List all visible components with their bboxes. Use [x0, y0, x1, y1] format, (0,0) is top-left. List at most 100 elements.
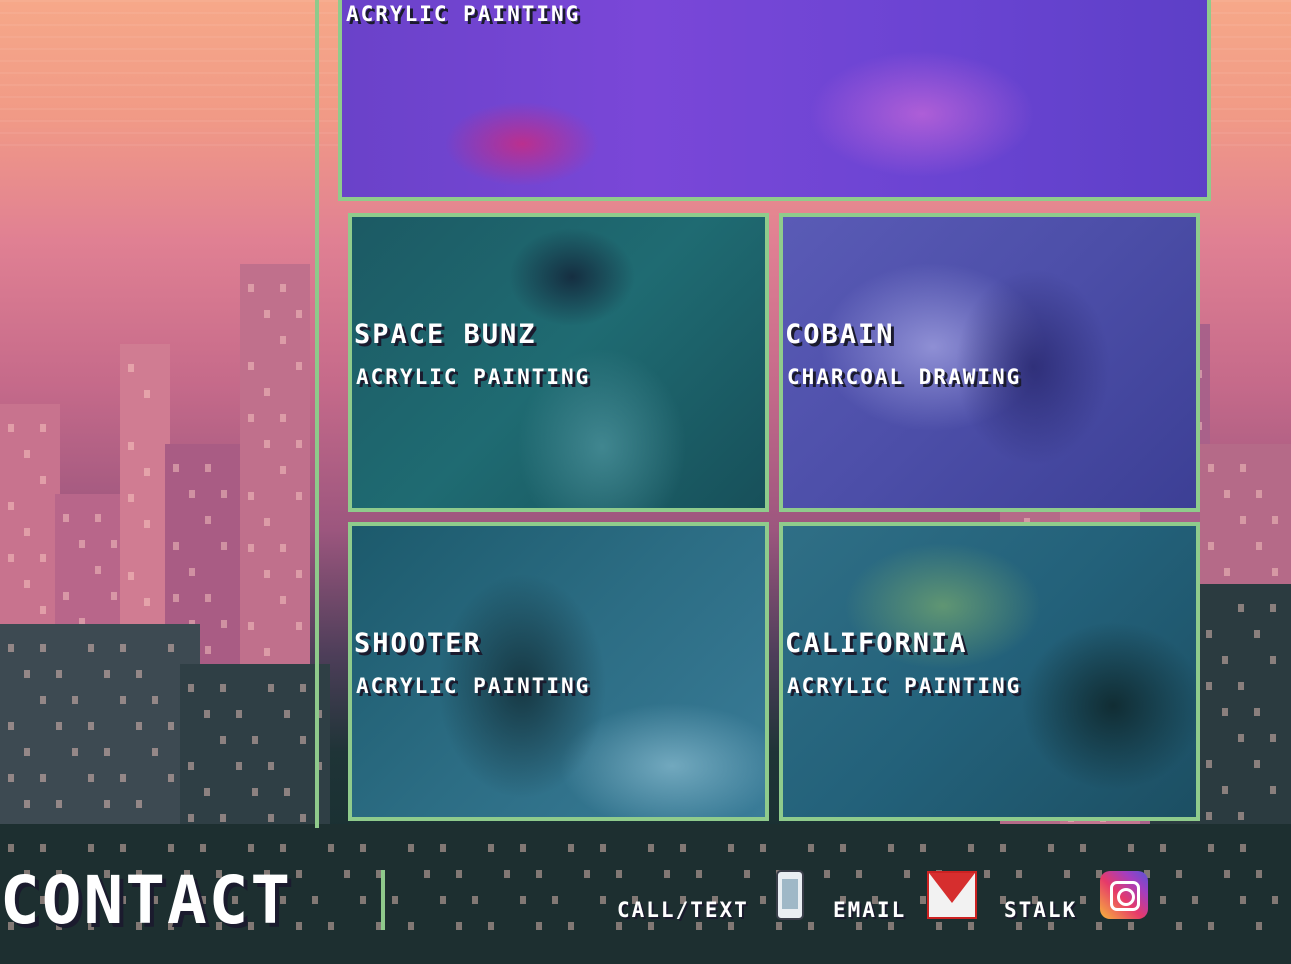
window [24, 748, 30, 756]
window [1256, 922, 1262, 930]
stalk-link[interactable]: STALK [1004, 898, 1077, 922]
window [40, 424, 46, 432]
window [173, 542, 179, 550]
artwork-card-shooter[interactable]: SHOOTER ACRYLIC PAINTING [348, 522, 769, 821]
window [680, 844, 686, 852]
artwork-card-space-bunz[interactable]: SPACE BUNZ ACRYLIC PAINTING [348, 213, 769, 512]
window [8, 844, 14, 852]
window [1238, 604, 1244, 612]
window [536, 870, 542, 878]
artwork-medium: ACRYLIC PAINTING [356, 365, 591, 389]
window [728, 844, 734, 852]
window [1272, 568, 1278, 576]
window [456, 922, 462, 930]
window [664, 870, 670, 878]
window [888, 844, 894, 852]
window [188, 814, 194, 822]
window [136, 722, 142, 730]
window [56, 800, 62, 808]
artwork-card-california[interactable]: CALIFORNIA ACRYLIC PAINTING [779, 522, 1200, 821]
window [1270, 604, 1276, 612]
email-link[interactable]: EMAIL [833, 898, 906, 922]
phone-icon[interactable] [776, 870, 804, 920]
window [408, 922, 414, 930]
window [1238, 734, 1244, 742]
window [248, 362, 254, 370]
window [920, 896, 926, 904]
window [264, 440, 270, 448]
window [136, 670, 142, 678]
window [488, 922, 494, 930]
window [24, 580, 30, 588]
window [236, 762, 242, 770]
window [296, 362, 302, 370]
window [1080, 896, 1086, 904]
window [221, 542, 227, 550]
artwork-title: SPACE BUNZ [354, 319, 537, 350]
gmail-icon[interactable] [927, 871, 977, 919]
window [760, 844, 766, 852]
artwork-card-top[interactable]: ACRYLIC PAINTING [338, 0, 1211, 201]
window [205, 646, 211, 654]
window [904, 870, 910, 878]
window [248, 544, 254, 552]
window [220, 736, 226, 744]
window [248, 284, 254, 292]
window [40, 476, 46, 484]
artwork-medium: CHARCOAL DRAWING [787, 365, 1022, 389]
window [221, 620, 227, 628]
window [856, 922, 862, 930]
window [344, 870, 350, 878]
window [88, 644, 94, 652]
artwork-title: SHOOTER [354, 628, 482, 659]
window [1206, 682, 1212, 690]
window [104, 800, 110, 808]
window [296, 570, 302, 578]
window [968, 844, 974, 852]
window [600, 844, 606, 852]
window [760, 896, 766, 904]
window [296, 440, 302, 448]
artwork-card-cobain[interactable]: COBAIN CHARCOAL DRAWING [779, 213, 1200, 512]
window [144, 598, 150, 606]
window [808, 844, 814, 852]
window [1016, 922, 1022, 930]
window [504, 870, 510, 878]
window [280, 544, 286, 552]
window [936, 922, 942, 930]
window [252, 788, 258, 796]
window [1224, 870, 1230, 878]
window [1206, 760, 1212, 768]
window [79, 540, 85, 548]
window [188, 684, 194, 692]
artwork-image [783, 217, 1196, 508]
window [248, 414, 254, 422]
window [104, 670, 110, 678]
window [188, 762, 194, 770]
window [296, 492, 302, 500]
artwork-title: COBAIN [785, 319, 895, 350]
window [200, 844, 206, 852]
window [1272, 516, 1278, 524]
window [252, 736, 258, 744]
window [424, 870, 430, 878]
call-text-link[interactable]: CALL/TEXT [617, 898, 749, 922]
instagram-icon[interactable] [1100, 871, 1148, 919]
window [1254, 708, 1260, 716]
artwork-medium: ACRYLIC PAINTING [356, 674, 591, 698]
window [72, 748, 78, 756]
window [312, 896, 318, 904]
window [1240, 896, 1246, 904]
window [360, 844, 366, 852]
window [24, 670, 30, 678]
window [1096, 922, 1102, 930]
window [1208, 464, 1214, 472]
window [88, 774, 94, 782]
window [1000, 844, 1006, 852]
window [1080, 844, 1086, 852]
window [168, 722, 174, 730]
window [173, 594, 179, 602]
window [456, 870, 462, 878]
window [204, 710, 210, 718]
window [268, 762, 274, 770]
